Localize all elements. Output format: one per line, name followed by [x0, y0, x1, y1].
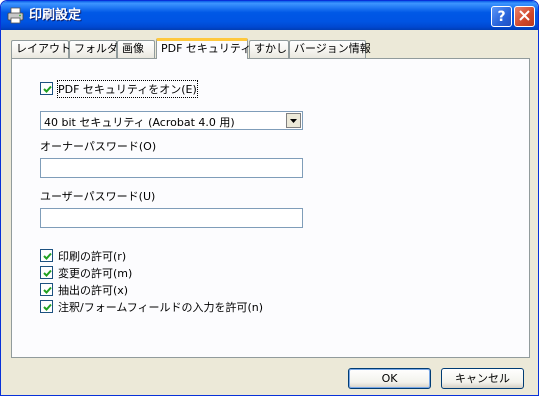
- tab-label: 画像: [122, 42, 144, 55]
- allow-annotations-checkbox[interactable]: [40, 300, 53, 313]
- owner-password-field[interactable]: [40, 158, 303, 178]
- tab-label: レイアウト: [16, 42, 71, 55]
- tab-image[interactable]: 画像: [117, 40, 155, 58]
- close-icon: [519, 9, 530, 25]
- cancel-button[interactable]: キャンセル: [441, 368, 524, 389]
- allow-extract-label[interactable]: 抽出の許可(x): [58, 282, 128, 298]
- tab-folder[interactable]: フォルダ: [69, 40, 118, 58]
- checkmark-icon: [43, 252, 52, 260]
- tab-label: PDF セキュリティ: [161, 42, 252, 55]
- encryption-level-value: 40 bit セキュリティ (Acrobat 4.0 用): [44, 116, 235, 129]
- pdf-security-panel: PDF セキュリティをオン(E) 40 bit セキュリティ (Acrobat …: [11, 58, 530, 358]
- tab-label: フォルダ: [74, 42, 118, 55]
- allow-extract-checkbox[interactable]: [40, 283, 53, 296]
- enable-security-label[interactable]: PDF セキュリティをオン(E): [57, 80, 198, 98]
- close-button[interactable]: [514, 6, 535, 27]
- tab-label: バージョン情報: [294, 42, 371, 55]
- tab-strip: レイアウト フォルダ 画像 PDF セキュリティ すかし バージョン情報: [11, 38, 531, 59]
- printer-icon: [7, 7, 24, 24]
- checkmark-icon: [43, 269, 52, 277]
- checkmark-icon: [43, 85, 52, 93]
- help-button[interactable]: ?: [491, 6, 512, 27]
- allow-print-checkbox[interactable]: [40, 249, 53, 262]
- print-settings-dialog: 印刷設定 ? レイアウト フォルダ 画像 PDF セキュリティ すかし バージョ…: [0, 0, 539, 396]
- encryption-level-select[interactable]: 40 bit セキュリティ (Acrobat 4.0 用): [40, 111, 303, 130]
- title-bar[interactable]: 印刷設定 ?: [1, 1, 538, 30]
- help-icon: ?: [497, 8, 506, 25]
- tab-version-info[interactable]: バージョン情報: [289, 40, 371, 58]
- owner-password-label: オーナーパスワード(O): [40, 140, 157, 153]
- tab-pdf-security[interactable]: PDF セキュリティ: [156, 38, 252, 59]
- user-password-field[interactable]: [40, 208, 303, 228]
- tab-layout[interactable]: レイアウト: [11, 40, 71, 58]
- tab-watermark[interactable]: すかし: [249, 40, 289, 58]
- user-password-label: ユーザーパスワード(U): [40, 190, 156, 203]
- window-title: 印刷設定: [29, 8, 82, 23]
- allow-annotations-label[interactable]: 注釈/フォームフィールドの入力を許可(n): [58, 299, 263, 315]
- tab-label: すかし: [254, 42, 287, 55]
- checkmark-icon: [43, 286, 52, 294]
- allow-print-label[interactable]: 印刷の許可(r): [58, 248, 126, 264]
- allow-modify-checkbox[interactable]: [40, 266, 53, 279]
- ok-button[interactable]: OK: [348, 368, 431, 389]
- chevron-down-icon[interactable]: [286, 113, 301, 128]
- checkmark-icon: [43, 303, 52, 311]
- enable-security-checkbox[interactable]: [40, 82, 53, 95]
- allow-modify-label[interactable]: 変更の許可(m): [58, 265, 132, 281]
